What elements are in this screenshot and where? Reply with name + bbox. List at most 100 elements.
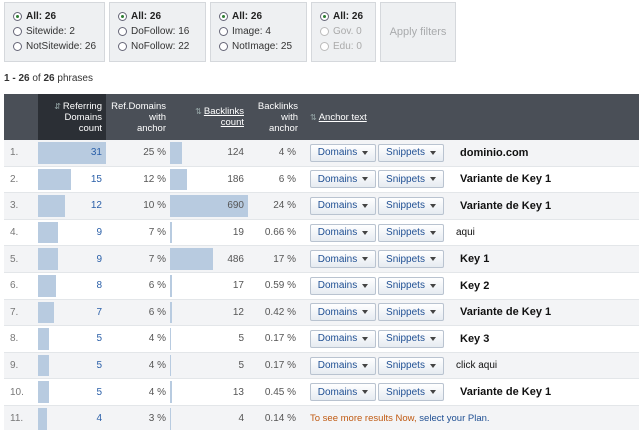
domains-dropdown-button[interactable]: Domains [310, 143, 376, 162]
domains-dropdown-button[interactable]: Domains [310, 196, 376, 215]
filter-option[interactable]: NotImage: 25 [219, 39, 300, 54]
referring-domains-cell[interactable]: 5 [38, 379, 106, 405]
value-bar [170, 407, 171, 430]
caret-down-icon [429, 177, 436, 182]
backlinks-cell: 5 [170, 353, 248, 379]
radio-icon[interactable] [13, 27, 22, 36]
backlinks-cell-value: 186 [227, 173, 244, 185]
ref-domains-anchor-cell: 7 % [106, 220, 170, 246]
referring-domains-cell[interactable]: 7 [38, 300, 106, 326]
domains-dropdown-button[interactable]: Domains [310, 383, 376, 402]
results-count: 1 - 26 of 26 phrases [4, 73, 93, 84]
filter-option[interactable]: All: 26 [13, 9, 98, 24]
radio-icon[interactable] [219, 27, 228, 36]
referring-domains-cell-value[interactable]: 12 [91, 200, 102, 211]
snippets-dropdown-button[interactable]: Snippets [378, 276, 444, 295]
referring-domains-cell[interactable]: 12 [38, 193, 106, 219]
header-anchor-text[interactable]: ⇅ Anchor text [302, 94, 639, 140]
row-index: 5. [4, 246, 38, 272]
snippets-dropdown-button[interactable]: Snippets [378, 383, 444, 402]
filter-option[interactable]: NoFollow: 22 [118, 39, 199, 54]
header-referring-domains[interactable]: ⇵ Referring Domains count [38, 94, 106, 140]
radio-icon[interactable] [118, 27, 127, 36]
caret-down-icon [429, 310, 436, 315]
referring-domains-cell-value[interactable]: 15 [91, 174, 102, 185]
backlinks-anchor-cell: 0.17 % [248, 353, 302, 379]
referring-domains-cell-value[interactable]: 5 [96, 387, 102, 398]
referring-domains-cell[interactable]: 31 [38, 140, 106, 166]
row-index-value: 8. [10, 333, 19, 345]
radio-selected-icon[interactable] [13, 12, 22, 21]
referring-domains-cell-value[interactable]: 7 [96, 307, 102, 318]
snippets-dropdown-button[interactable]: Snippets [378, 143, 444, 162]
filter-bar: All: 26 Sitewide: 2 NotSitewide: 26 All:… [4, 2, 456, 62]
filter-option[interactable]: Sitewide: 2 [13, 24, 98, 39]
referring-domains-cell[interactable]: 5 [38, 353, 106, 379]
anchor-text: aqui [456, 227, 475, 239]
radio-selected-icon[interactable] [320, 12, 329, 21]
snippets-dropdown-button[interactable]: Snippets [378, 250, 444, 269]
backlinks-anchor-cell-value: 0.17 % [264, 360, 296, 372]
anchor-text-cell: Domains Snippets Key 3 [302, 326, 639, 352]
snippets-dropdown-button[interactable]: Snippets [378, 196, 444, 215]
referring-domains-cell[interactable]: 9 [38, 220, 106, 246]
referring-domains-cell-value[interactable]: 9 [96, 254, 102, 265]
results-range: 1 - 26 [4, 73, 30, 84]
filter-option[interactable]: DoFollow: 16 [118, 24, 199, 39]
referring-domains-cell-value[interactable]: 31 [91, 147, 102, 158]
domains-dropdown-button[interactable]: Domains [310, 250, 376, 269]
backlinks-cell: 19 [170, 220, 248, 246]
radio-selected-icon[interactable] [118, 12, 127, 21]
filter-option[interactable]: All: 26 [320, 9, 369, 24]
referring-domains-cell-value[interactable]: 8 [96, 280, 102, 291]
referring-domains-cell[interactable]: 9 [38, 246, 106, 272]
domains-dropdown-button[interactable]: Domains [310, 170, 376, 189]
value-bar [38, 274, 56, 297]
value-bar [170, 168, 188, 191]
snippets-dropdown-button[interactable]: Snippets [378, 303, 444, 322]
row-index-value: 4. [10, 227, 19, 239]
filter-option[interactable]: Image: 4 [219, 24, 300, 39]
snippets-dropdown-button[interactable]: Snippets [378, 223, 444, 242]
ref-domains-anchor-cell-value: 3 % [148, 413, 166, 425]
backlinks-anchor-cell: 6 % [248, 167, 302, 193]
caret-down-icon [362, 257, 369, 262]
filter-option[interactable]: NotSitewide: 26 [13, 39, 98, 54]
ref-domains-anchor-cell: 4 % [106, 353, 170, 379]
referring-domains-cell-value[interactable]: 5 [96, 333, 102, 344]
snippets-dropdown-button[interactable]: Snippets [378, 170, 444, 189]
row-index: 2. [4, 167, 38, 193]
referring-domains-cell[interactable]: 8 [38, 273, 106, 299]
referring-domains-cell-value[interactable]: 4 [96, 413, 102, 424]
domains-dropdown-button[interactable]: Domains [310, 276, 376, 295]
backlinks-cell: 690 [170, 193, 248, 219]
domains-dropdown-button[interactable]: Domains [310, 223, 376, 242]
filter-option: Edu: 0 [320, 39, 369, 54]
domains-dropdown-button[interactable]: Domains [310, 356, 376, 375]
referring-domains-cell-value[interactable]: 9 [96, 227, 102, 238]
radio-icon[interactable] [13, 42, 22, 51]
domains-dropdown-button[interactable]: Domains [310, 303, 376, 322]
domains-dropdown-button[interactable]: Domains [310, 329, 376, 348]
referring-domains-cell[interactable]: 5 [38, 326, 106, 352]
filter-option[interactable]: All: 26 [118, 9, 199, 24]
filter-option[interactable]: All: 26 [219, 9, 300, 24]
apply-filters-button[interactable]: Apply filters [380, 2, 456, 62]
radio-icon[interactable] [219, 42, 228, 51]
snippets-dropdown-button[interactable]: Snippets [378, 356, 444, 375]
anchor-text-cell: Domains Snippets Key 1 [302, 246, 639, 272]
ref-domains-anchor-cell-value: 6 % [148, 280, 166, 292]
value-bar [38, 248, 58, 270]
sort-icon: ⇅ [195, 107, 202, 116]
referring-domains-cell[interactable]: 4 [38, 406, 106, 430]
radio-selected-icon[interactable] [219, 12, 228, 21]
header-backlinks[interactable]: ⇅ Backlinks count [170, 94, 248, 140]
anchor-text: Key 1 [460, 253, 490, 266]
table-row: 8. 5 4 % 5 0.17 % Domains Snippets Key 3 [4, 326, 639, 353]
select-plan-link[interactable]: select your Plan. [419, 413, 489, 424]
radio-icon[interactable] [118, 42, 127, 51]
value-bar [170, 301, 172, 324]
referring-domains-cell[interactable]: 15 [38, 167, 106, 193]
referring-domains-cell-value[interactable]: 5 [96, 360, 102, 371]
snippets-dropdown-button[interactable]: Snippets [378, 329, 444, 348]
